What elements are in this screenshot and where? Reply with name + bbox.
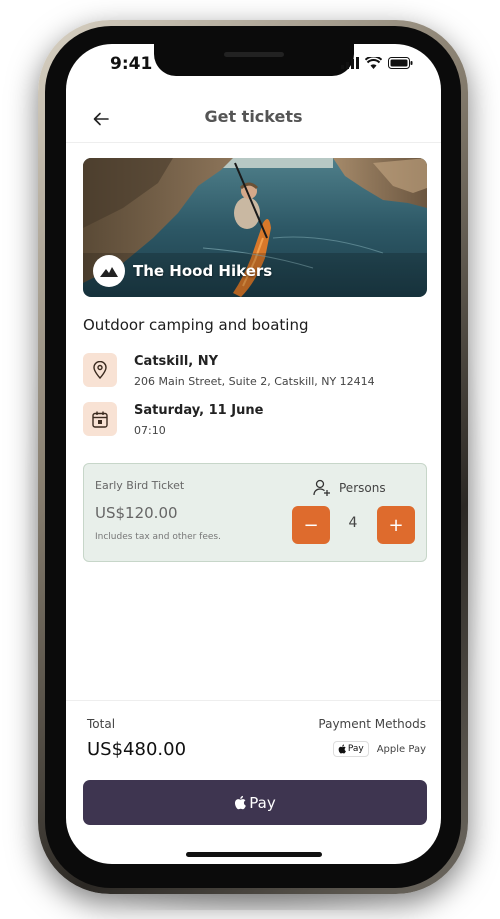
organizer-avatar bbox=[93, 255, 125, 287]
location-name: Catskill, NY bbox=[134, 354, 219, 369]
home-indicator[interactable] bbox=[186, 852, 322, 857]
event-datetime: Saturday, 11 June 07:10 bbox=[83, 402, 263, 437]
ticket-type: Early Bird Ticket bbox=[95, 479, 185, 492]
add-person-icon bbox=[313, 479, 330, 496]
location-pin-icon bbox=[93, 361, 107, 379]
ticket-price: US$120.00 bbox=[95, 504, 178, 522]
organizer-name: The Hood Hikers bbox=[133, 262, 273, 280]
payment-method-apple-pay[interactable]: Pay Apple Pay bbox=[332, 741, 426, 757]
checkout-footer: Total US$480.00 Payment Methods Pay Appl… bbox=[66, 700, 441, 864]
persons-text: Persons bbox=[339, 481, 386, 495]
battery-icon bbox=[388, 57, 413, 69]
minus-icon: − bbox=[303, 514, 319, 536]
apple-pay-button[interactable]: Pay bbox=[83, 780, 427, 825]
plus-icon: + bbox=[388, 514, 404, 536]
payment-methods-label: Payment Methods bbox=[318, 717, 426, 731]
event-title: Outdoor camping and boating bbox=[83, 316, 309, 334]
mountain-logo-icon bbox=[100, 267, 118, 277]
event-time: 07:10 bbox=[134, 424, 166, 437]
total-value: US$480.00 bbox=[87, 739, 187, 760]
speaker-grille bbox=[224, 52, 284, 57]
decrease-quantity-button[interactable]: − bbox=[292, 506, 330, 544]
apple-icon bbox=[235, 795, 247, 810]
status-time: 9:41 bbox=[110, 54, 153, 74]
ticket-note: Includes tax and other fees. bbox=[95, 532, 221, 542]
increase-quantity-button[interactable]: + bbox=[377, 506, 415, 544]
location-icon-badge bbox=[83, 353, 117, 387]
persons-label: Persons bbox=[313, 479, 386, 497]
status-icons bbox=[341, 57, 413, 69]
apple-pay-badge: Pay bbox=[332, 741, 369, 757]
pay-button-label: Pay bbox=[249, 793, 276, 812]
page-title: Get tickets bbox=[204, 107, 303, 126]
ticket-quantity: 4 bbox=[348, 515, 358, 531]
organizer: The Hood Hikers bbox=[93, 255, 272, 287]
event-date: Saturday, 11 June bbox=[134, 403, 264, 418]
event-location: Catskill, NY 206 Main Street, Suite 2, C… bbox=[83, 353, 375, 388]
ticket-card: Early Bird Ticket US$120.00 Includes tax… bbox=[83, 463, 427, 562]
apple-pay-text: Apple Pay bbox=[376, 743, 426, 755]
event-hero-image: The Hood Hikers bbox=[83, 158, 427, 297]
location-address: 206 Main Street, Suite 2, Catskill, NY 1… bbox=[134, 375, 375, 388]
apple-pay-badge-text: Pay bbox=[347, 744, 364, 754]
app-screen: 9:41 Get tickets The Hood Hikers Outdoor… bbox=[66, 44, 441, 864]
calendar-icon bbox=[92, 411, 108, 428]
notch bbox=[154, 44, 354, 76]
apple-icon bbox=[338, 744, 346, 754]
date-icon-badge bbox=[83, 402, 117, 436]
app-header: Get tickets bbox=[66, 102, 441, 143]
wifi-icon bbox=[365, 57, 382, 69]
signal-icon bbox=[341, 57, 359, 69]
total-label: Total bbox=[87, 717, 116, 731]
